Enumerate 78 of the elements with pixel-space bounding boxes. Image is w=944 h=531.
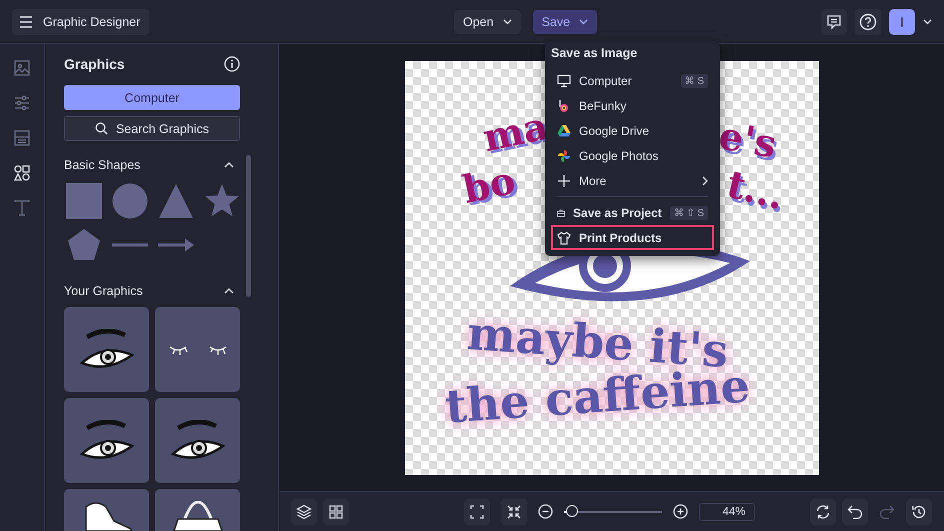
- fit-screen-button[interactable]: [464, 498, 490, 524]
- grid-button[interactable]: [323, 498, 349, 524]
- redo-icon: [879, 504, 895, 518]
- refresh-icon: [815, 504, 831, 520]
- menu-item[interactable]: Computer ⌘ S: [551, 68, 714, 93]
- computer-button[interactable]: Computer: [64, 85, 240, 110]
- zoom-percentage[interactable]: 44%: [699, 502, 755, 520]
- actual-size-button[interactable]: [501, 498, 528, 524]
- design-text: e's: [716, 116, 779, 164]
- menu-icon: [19, 16, 33, 28]
- help-button[interactable]: [855, 8, 881, 34]
- graphic-thumbnail[interactable]: [64, 307, 149, 392]
- triangle-logo-icon: [557, 124, 571, 138]
- graphic-thumbnail[interactable]: [155, 398, 240, 483]
- caret-icon: [579, 18, 588, 24]
- design-text: bo: [459, 160, 518, 208]
- menu-item[interactable]: Google Drive: [551, 118, 714, 143]
- collapse-icon: [507, 504, 522, 518]
- undo-icon: [847, 504, 863, 518]
- app-logo-icon: [557, 98, 571, 112]
- eyelashes-drawing: [168, 344, 226, 356]
- section-title: Basic Shapes: [64, 158, 140, 172]
- triangle-shape[interactable]: [158, 183, 194, 219]
- zoom-out-icon[interactable]: [538, 504, 554, 519]
- pinwheel-icon: [557, 148, 571, 162]
- layers-button[interactable]: [291, 498, 317, 524]
- info-icon[interactable]: [224, 56, 240, 72]
- plus-icon: [557, 174, 571, 188]
- menu-heading: Save as Image: [551, 46, 638, 62]
- expand-icon: [470, 504, 484, 518]
- search-graphics-button[interactable]: Search Graphics: [64, 116, 240, 141]
- menu-item[interactable]: More: [551, 168, 714, 193]
- eye-drawing: [80, 420, 134, 462]
- shapes-icon[interactable]: [12, 163, 32, 183]
- caret-icon: [502, 18, 512, 24]
- shortcut-badge: ⌘ S: [680, 74, 708, 88]
- search-icon: [94, 122, 108, 135]
- eye-drawing: [170, 420, 224, 462]
- user-avatar-button[interactable]: I: [889, 8, 915, 34]
- help-icon: [859, 12, 877, 30]
- sliders-icon[interactable]: [12, 93, 32, 113]
- graphic-thumbnail[interactable]: [64, 398, 149, 483]
- circle-shape[interactable]: [112, 183, 148, 219]
- menu-item[interactable]: Save as Project ⌘ ⇧ S: [551, 200, 714, 225]
- chevron-icon[interactable]: [224, 162, 234, 168]
- panel-title: Graphics: [64, 56, 125, 72]
- layers-icon: [296, 504, 312, 520]
- menu-item[interactable]: Google Photos: [551, 143, 714, 168]
- section-title: Your Graphics: [64, 284, 143, 298]
- menu-item[interactable]: BeFunky: [551, 93, 714, 118]
- zoom-in-icon[interactable]: [673, 504, 688, 519]
- chevron-right-icon: [702, 176, 708, 186]
- refresh-button[interactable]: [810, 498, 836, 524]
- scrollbar[interactable]: [246, 155, 251, 297]
- layout-icon[interactable]: [12, 128, 32, 148]
- grid-icon: [329, 504, 343, 518]
- history-icon: [911, 504, 927, 520]
- text-tool-icon[interactable]: [12, 198, 32, 218]
- undo-button[interactable]: [842, 498, 868, 524]
- monitor-icon: [557, 74, 571, 88]
- file-menu-button[interactable]: Save: [532, 10, 598, 34]
- shortcut-badge: ⌘ ⇧ S: [670, 206, 708, 220]
- feedback-button[interactable]: [821, 8, 847, 34]
- chevron-icon[interactable]: [224, 288, 234, 294]
- comment-icon: [826, 14, 842, 30]
- menu-item[interactable]: Print Products: [551, 225, 714, 250]
- image-icon[interactable]: [12, 58, 32, 78]
- caret-icon[interactable]: [923, 18, 932, 24]
- pentagon-shape[interactable]: [66, 227, 102, 263]
- graphic-thumbnail[interactable]: [155, 307, 240, 392]
- design-text: t...: [722, 164, 788, 215]
- shirt-icon: [557, 230, 571, 244]
- design-text: ma: [479, 106, 551, 157]
- history-button[interactable]: [906, 498, 932, 524]
- star-shape[interactable]: [204, 183, 240, 219]
- eye-drawing: [80, 328, 134, 370]
- app-menu-button[interactable]: Graphic Designer: [12, 8, 150, 34]
- file-menu-button[interactable]: Open: [454, 10, 521, 34]
